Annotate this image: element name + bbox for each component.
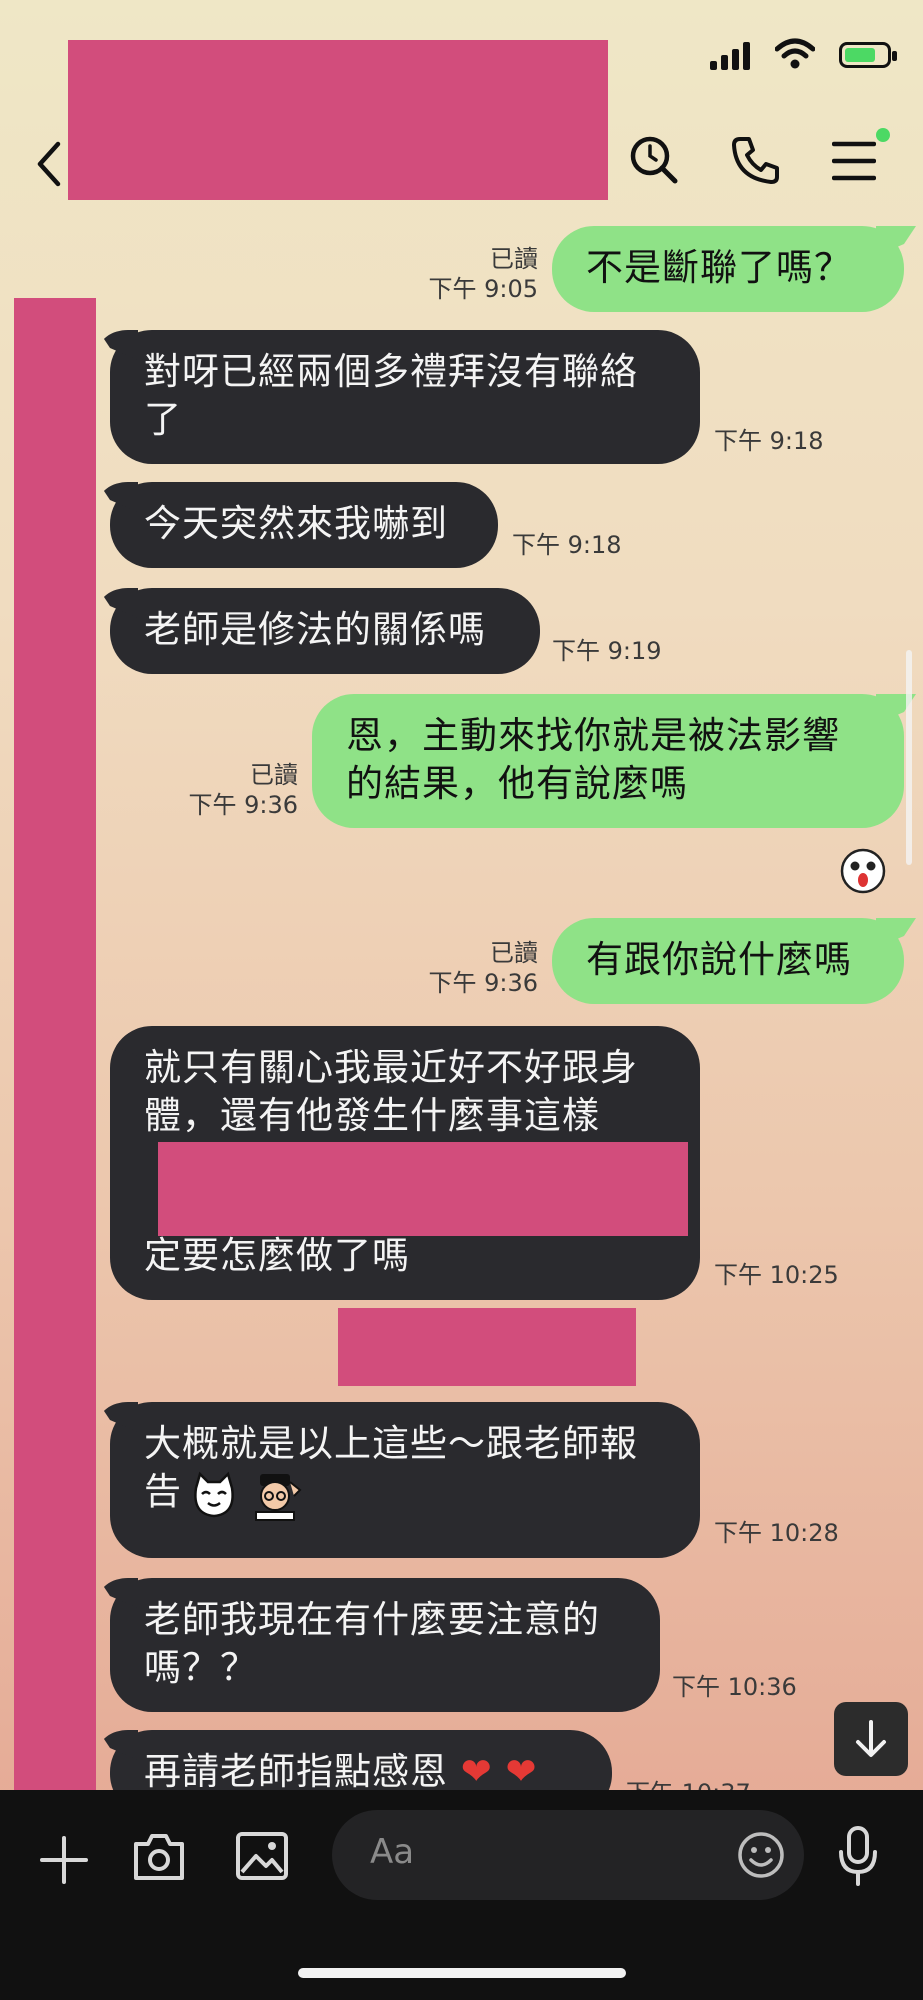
home-indicator xyxy=(298,1968,626,1978)
message-time: 下午 10:28 xyxy=(714,1519,839,1547)
online-indicator xyxy=(876,128,890,142)
message-text: 老師是修法的關係嗎 xyxy=(144,608,486,651)
message-time: 下午 9:18 xyxy=(512,531,622,559)
message-text: 對呀已經兩個多禮拜沒有聯絡了 xyxy=(144,350,638,441)
message-text: 恩，主動來找你就是被法影響的結果，他有說麼嗎 xyxy=(346,714,840,805)
message-text: 再請老師指點感恩 xyxy=(144,1750,448,1793)
image-icon[interactable] xyxy=(234,1828,290,1884)
message-bubble-incoming[interactable]: 老師我現在有什麼要注意的嗎？？ xyxy=(110,1578,660,1712)
battery-icon xyxy=(839,42,897,68)
saluting-man-icon xyxy=(255,1474,302,1521)
redacted-contact-name xyxy=(68,40,608,200)
scroll-to-bottom-button[interactable] xyxy=(834,1702,908,1776)
message-text: 不是斷聯了嗎？ xyxy=(586,246,852,289)
arrow-down-icon xyxy=(856,1720,886,1757)
scrollbar-thumb[interactable] xyxy=(906,650,912,865)
message-meta: 已讀 下午 9:05 xyxy=(420,244,538,304)
cellular-signal-icon xyxy=(710,40,758,70)
read-receipt: 已讀 xyxy=(490,939,538,967)
menu-icon[interactable] xyxy=(832,140,876,182)
read-receipt: 已讀 xyxy=(250,761,298,789)
input-placeholder: Aa xyxy=(370,1832,415,1872)
message-text: 老師我現在有什麼要注意的嗎？？ xyxy=(144,1598,600,1689)
smiley-icon[interactable] xyxy=(736,1830,786,1880)
message-bubble-outgoing[interactable]: 不是斷聯了嗎？ xyxy=(552,226,904,312)
message-meta: 已讀 下午 9:36 xyxy=(420,938,538,998)
phone-icon[interactable] xyxy=(730,134,782,186)
message-bubble-incoming[interactable]: 今天突然來我嚇到 xyxy=(110,482,498,568)
heart-icon: ❤ xyxy=(505,1750,538,1793)
wifi-icon xyxy=(775,38,815,69)
message-time: 下午 9:05 xyxy=(428,275,538,303)
camera-icon[interactable] xyxy=(130,1828,188,1884)
redacted-message-part xyxy=(158,1142,688,1236)
message-time: 下午 9:36 xyxy=(428,969,538,997)
message-bubble-incoming[interactable]: 對呀已經兩個多禮拜沒有聯絡了 xyxy=(110,330,700,464)
heart-icon: ❤ xyxy=(460,1750,493,1793)
message-bubble-incoming[interactable]: 老師是修法的關係嗎 xyxy=(110,588,540,674)
search-icon[interactable] xyxy=(628,134,680,186)
message-text-tail: 定要怎麼做了嗎 xyxy=(144,1234,410,1277)
message-time: 下午 9:36 xyxy=(188,791,298,819)
message-time: 下午 9:19 xyxy=(552,637,662,665)
chevron-left-icon[interactable] xyxy=(34,140,64,188)
message-text: 有跟你說什麼嗎 xyxy=(586,938,852,981)
microphone-icon[interactable] xyxy=(836,1824,880,1888)
message-bubble-outgoing[interactable]: 有跟你說什麼嗎 xyxy=(552,918,904,1004)
message-text: 就只有關心我最近好不好跟身體，還有他發生什麼事這樣 xyxy=(144,1046,638,1137)
cat-face-icon xyxy=(194,1471,234,1518)
message-text: 今天突然來我嚇到 xyxy=(144,502,448,545)
message-time: 下午 10:36 xyxy=(672,1673,797,1701)
plus-icon[interactable] xyxy=(36,1832,92,1888)
message-bubble-outgoing[interactable]: 恩，主動來找你就是被法影響的結果，他有說麼嗎 xyxy=(312,694,904,828)
message-meta: 已讀 下午 9:36 xyxy=(180,760,298,820)
message-input[interactable]: Aa xyxy=(332,1810,804,1900)
read-receipt: 已讀 xyxy=(490,245,538,273)
message-time: 下午 10:25 xyxy=(714,1261,839,1289)
redacted-avatar-column xyxy=(14,298,96,1843)
surprised-face-icon[interactable] xyxy=(840,848,886,894)
chat-header xyxy=(0,40,923,220)
message-time: 下午 9:18 xyxy=(714,427,824,455)
redacted-date-divider xyxy=(338,1308,636,1386)
